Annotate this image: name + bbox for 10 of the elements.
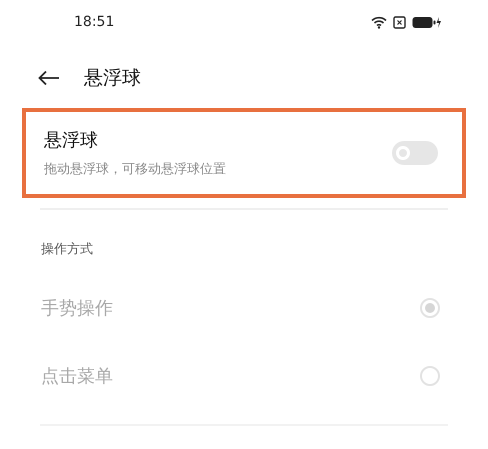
status-time: 18:51 [74,12,114,32]
page-title: 悬浮球 [84,66,141,91]
toggle-switch[interactable] [392,141,438,165]
section-header: 操作方式 [41,242,93,257]
setting-description: 拖动悬浮球，可移动悬浮球位置 [44,160,226,179]
back-arrow-icon[interactable] [38,70,60,86]
wifi-icon [371,16,387,28]
sim-icon [393,16,406,28]
setting-title: 悬浮球 [44,128,99,153]
battery-icon [412,16,442,28]
